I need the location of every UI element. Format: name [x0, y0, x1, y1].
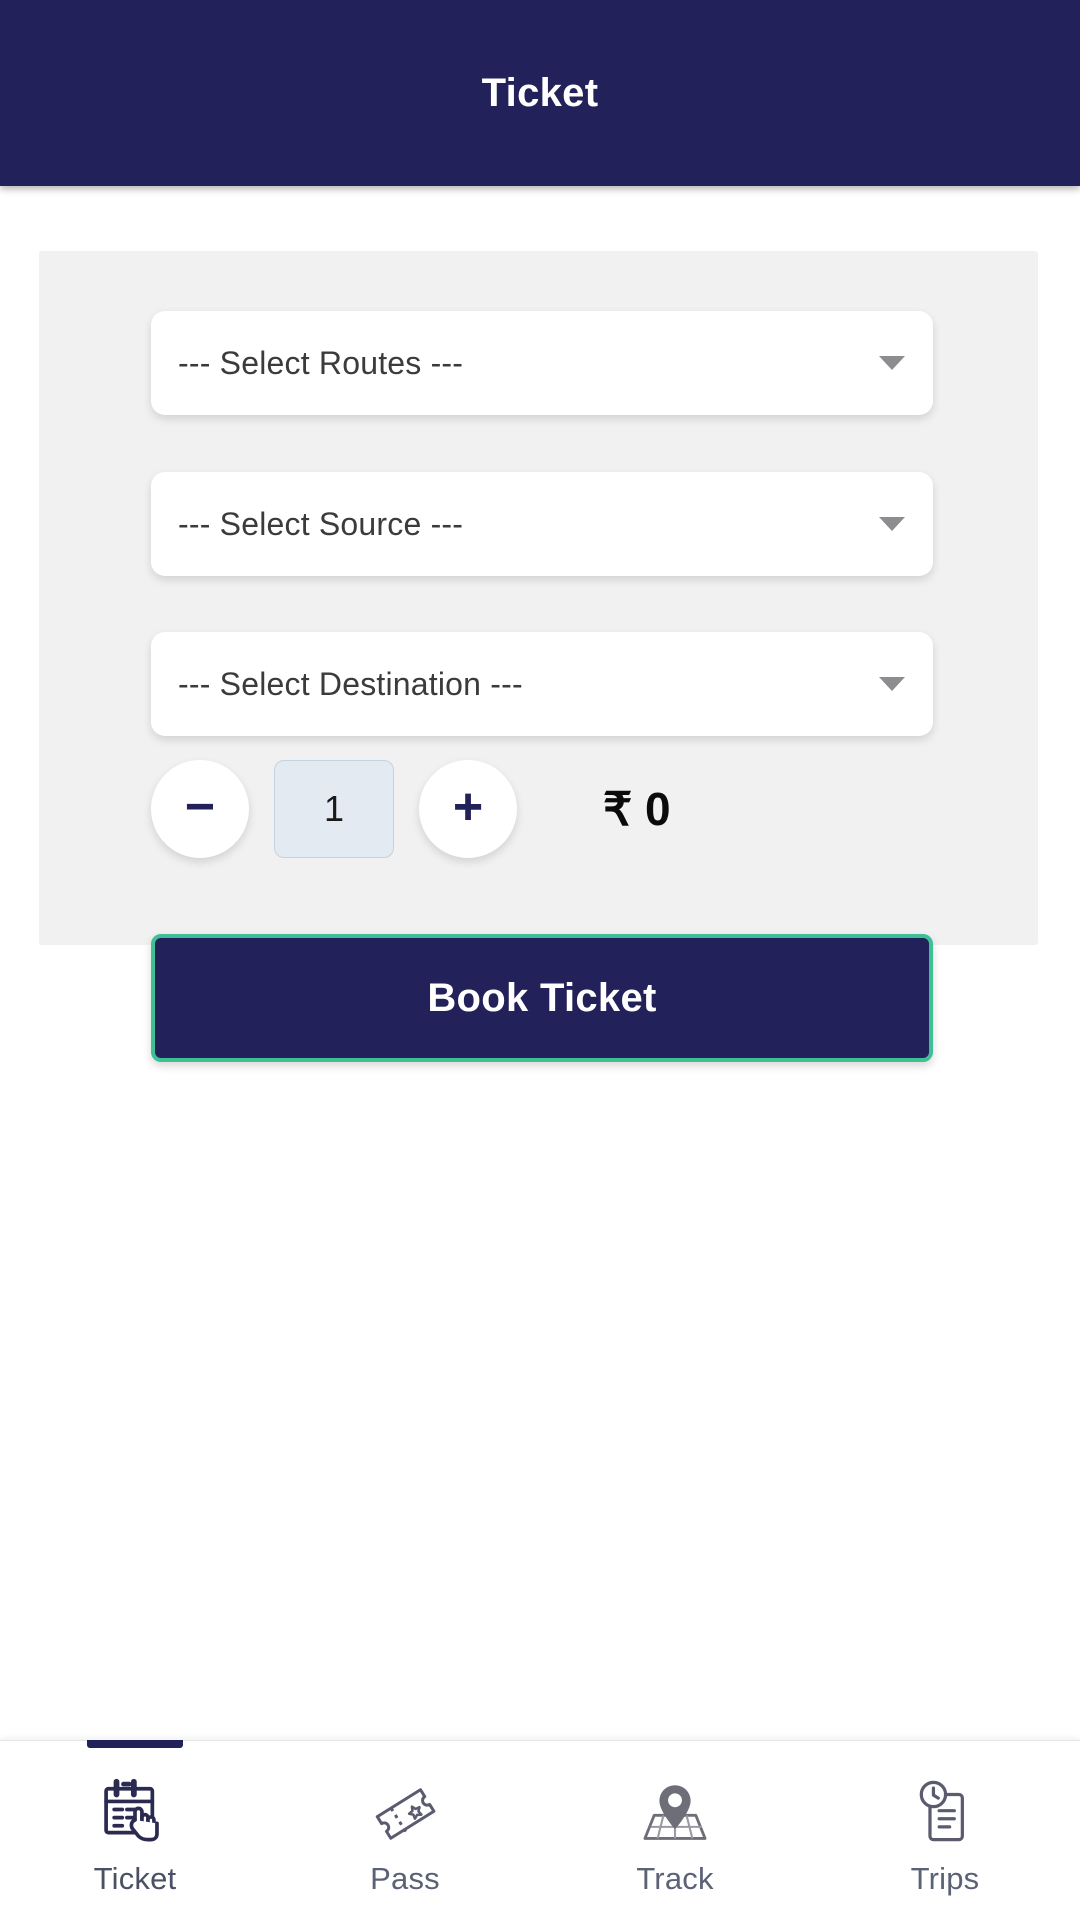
map-pin-icon — [638, 1775, 712, 1851]
clock-document-icon — [908, 1775, 982, 1851]
nav-label-pass: Pass — [370, 1860, 440, 1896]
page-title: Ticket — [481, 70, 599, 115]
increment-button[interactable]: + — [419, 760, 517, 858]
active-indicator — [87, 1740, 183, 1748]
nav-item-pass[interactable]: Pass — [270, 1741, 540, 1920]
select-routes-dropdown[interactable]: --- Select Routes --- — [151, 311, 933, 415]
nav-label-track: Track — [636, 1860, 714, 1896]
select-destination-dropdown[interactable]: --- Select Destination --- — [151, 632, 933, 736]
chevron-down-icon — [879, 517, 905, 531]
select-routes-value: --- Select Routes --- — [178, 344, 464, 381]
quantity-value: 1 — [323, 788, 345, 829]
select-source-value: --- Select Source --- — [178, 505, 464, 542]
booking-form-card: --- Select Routes --- --- Select Source … — [39, 251, 1038, 1062]
book-ticket-label: Book Ticket — [427, 975, 657, 1020]
total-price: ₹ 0 — [603, 783, 671, 835]
book-ticket-button[interactable]: Book Ticket — [151, 934, 933, 1062]
decrement-button[interactable]: − — [151, 760, 249, 858]
minus-icon: − — [184, 777, 216, 836]
ticket-stub-icon — [368, 1775, 442, 1851]
quantity-field[interactable]: 1 — [274, 760, 394, 858]
nav-item-trips[interactable]: Trips — [810, 1741, 1080, 1920]
nav-item-track[interactable]: Track — [540, 1741, 810, 1920]
chevron-down-icon — [879, 356, 905, 370]
calendar-tap-icon — [98, 1775, 172, 1851]
nav-item-ticket[interactable]: Ticket — [0, 1740, 270, 1920]
select-source-dropdown[interactable]: --- Select Source --- — [151, 472, 933, 576]
bottom-navigation-bar: Ticket Pass Track Trips — [0, 1740, 1080, 1920]
nav-label-ticket: Ticket — [93, 1860, 177, 1896]
quantity-stepper: − 1 + ₹ 0 — [151, 755, 941, 863]
app-header: Ticket — [0, 0, 1080, 186]
plus-icon: + — [452, 777, 484, 836]
chevron-down-icon — [879, 677, 905, 691]
nav-label-trips: Trips — [910, 1860, 980, 1896]
select-destination-value: --- Select Destination --- — [178, 665, 523, 702]
